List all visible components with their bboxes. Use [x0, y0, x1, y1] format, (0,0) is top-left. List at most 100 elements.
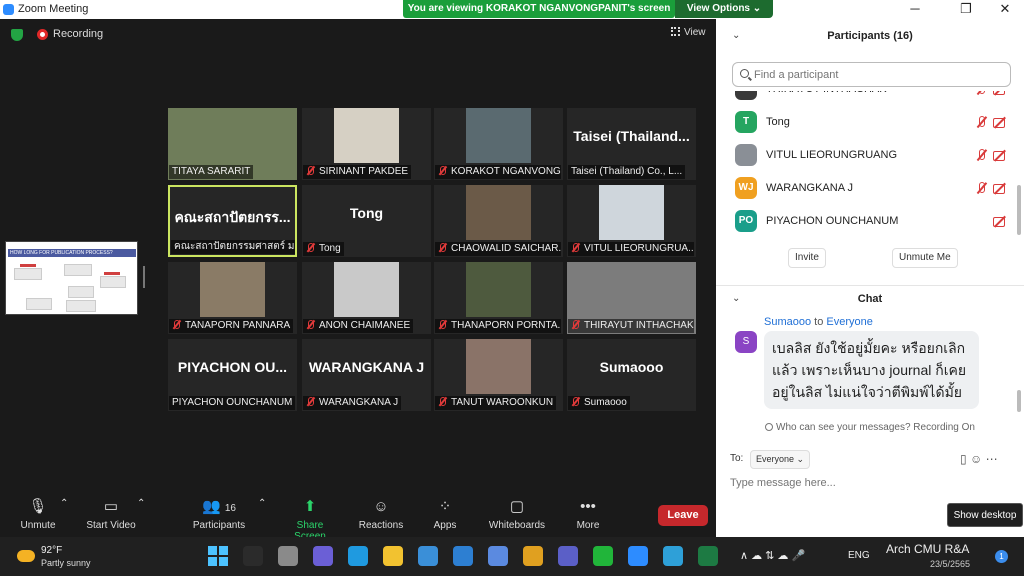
- unmute-button[interactable]: 🎙 Unmute: [18, 498, 58, 531]
- task-view-icon[interactable]: [278, 546, 298, 566]
- more-button[interactable]: ••• More: [572, 498, 604, 531]
- video-tile[interactable]: WARANGKANA J WARANGKANA J: [302, 339, 431, 411]
- search-icon[interactable]: [243, 546, 263, 566]
- participant-display-name: Tong: [349, 205, 384, 221]
- whiteboards-button[interactable]: ▢ Whiteboards: [486, 498, 548, 531]
- video-tile[interactable]: Taisei (Thailand... Taisei (Thailand) Co.…: [567, 108, 696, 180]
- visibility-text: Who can see your messages? Recording On: [776, 422, 975, 433]
- language-indicator[interactable]: ENG: [848, 550, 870, 561]
- browser-icon[interactable]: [663, 546, 683, 566]
- slide-title: HOW LONG FOR PUBLICATION PROCESS?: [8, 249, 136, 257]
- chrome-icon[interactable]: [488, 546, 508, 566]
- message-sender[interactable]: Sumaooo: [764, 316, 811, 328]
- search-icon: [740, 69, 749, 78]
- participant-row[interactable]: PO PIYACHON OUNCHANUM: [716, 205, 1016, 238]
- chat-message[interactable]: เบลลิส ยังใช้อยู่มั้ยคะ หรือยกเลิกแล้ว เ…: [764, 331, 979, 409]
- video-tile[interactable]: PIYACHON OU... PIYACHON OUNCHANUM: [168, 339, 297, 411]
- close-button[interactable]: ✕: [990, 1, 1020, 17]
- whiteboard-icon: ▢: [509, 498, 525, 515]
- participant-avatar: TI: [735, 91, 757, 100]
- shield-icon[interactable]: [11, 29, 23, 41]
- video-tile[interactable]: CHAOWALID SAICHAR...: [434, 185, 563, 257]
- tile-name-label: Tong: [303, 242, 344, 256]
- video-options-caret[interactable]: ⌃: [137, 498, 145, 509]
- notification-badge[interactable]: 1: [995, 550, 1008, 563]
- chat-scrollbar[interactable]: [1017, 390, 1021, 412]
- muted-mic-icon: [306, 243, 315, 252]
- tile-name-label: VITUL LIEORUNGRUA...: [568, 242, 694, 256]
- apps-button[interactable]: ⁘ Apps: [430, 498, 460, 531]
- view-options-button[interactable]: View Options ⌄: [675, 0, 773, 18]
- video-tile[interactable]: TITAYA SARARIT: [168, 108, 297, 180]
- file-explorer-icon[interactable]: [383, 546, 403, 566]
- audio-options-caret[interactable]: ⌃: [60, 498, 68, 509]
- participants-label: Participants: [192, 520, 246, 531]
- minimize-button[interactable]: ─: [900, 1, 930, 16]
- participant-video: [334, 108, 399, 163]
- participants-options-caret[interactable]: ⌃: [258, 498, 266, 509]
- video-off-icon: [993, 116, 1007, 129]
- start-icon[interactable]: [208, 546, 228, 566]
- video-tile[interactable]: SIRINANT PAKDEE: [302, 108, 431, 180]
- system-tray[interactable]: ∧ ☁ ⇅ ☁ 🎤: [740, 549, 805, 562]
- tile-name-label: THANAPORN PORNTA...: [435, 319, 561, 333]
- zoom-icon[interactable]: [628, 546, 648, 566]
- splitter-handle[interactable]: [143, 266, 145, 288]
- video-tile[interactable]: Tong Tong: [302, 185, 431, 257]
- excel-icon[interactable]: [698, 546, 718, 566]
- more-icon[interactable]: ⋯: [986, 452, 998, 466]
- teams-icon[interactable]: [558, 546, 578, 566]
- video-tile[interactable]: THIRAYUT INTHACHAK: [567, 262, 696, 334]
- search-input[interactable]: [754, 66, 1004, 84]
- shared-screen-thumbnail[interactable]: HOW LONG FOR PUBLICATION PROCESS?: [5, 241, 138, 315]
- view-button[interactable]: View: [671, 27, 706, 38]
- date[interactable]: 23/5/2565: [930, 559, 970, 569]
- chat-input[interactable]: [730, 474, 1010, 492]
- muted-mic-icon: [438, 243, 447, 252]
- video-tile[interactable]: Sumaooo Sumaooo: [567, 339, 696, 411]
- participant-row[interactable]: T Tong: [716, 106, 1016, 139]
- video-tile[interactable]: ANON CHAIMANEE: [302, 262, 431, 334]
- start-video-button[interactable]: ▭ Start Video: [84, 498, 138, 531]
- participants-scrollbar[interactable]: [1017, 185, 1021, 235]
- recipient-select[interactable]: Everyone ⌄: [750, 450, 811, 469]
- leave-button[interactable]: Leave: [658, 505, 708, 526]
- video-tile[interactable]: KORAKOT NGANVONG...: [434, 108, 563, 180]
- unmute-me-button[interactable]: Unmute Me: [892, 248, 958, 268]
- store-icon[interactable]: [418, 546, 438, 566]
- participant-search[interactable]: [732, 62, 1011, 87]
- share-screen-button[interactable]: ⬆ Share Screen: [280, 498, 340, 542]
- video-tile[interactable]: TANUT WAROONKUN: [434, 339, 563, 411]
- message-visibility[interactable]: Who can see your messages? Recording On: [716, 422, 1024, 433]
- muted-mic-icon: [975, 91, 989, 96]
- tile-name: TANUT WAROONKUN: [451, 397, 554, 408]
- participant-row[interactable]: VITUL LIEORUNGRUANG: [716, 139, 1016, 172]
- participant-list: TI THIRAYUT INTHACHAK T Tong VITUL LIEORUNGR…: [716, 91, 1016, 246]
- tile-name: ANON CHAIMANEE: [319, 320, 411, 331]
- muted-mic-icon: [571, 397, 580, 406]
- reactions-label: Reactions: [358, 520, 404, 531]
- tile-name-label: KORAKOT NGANVONG...: [435, 165, 561, 179]
- teams-chat-icon[interactable]: [313, 546, 333, 566]
- tile-name-label: PIYACHON OUNCHANUM: [169, 396, 295, 410]
- line-icon[interactable]: [593, 546, 613, 566]
- participant-row[interactable]: WJ WARANGKANA J: [716, 172, 1016, 205]
- muted-mic-icon: [306, 397, 315, 406]
- emoji-icon[interactable]: ☺: [970, 452, 982, 466]
- edge-icon[interactable]: [348, 546, 368, 566]
- mail-icon[interactable]: [453, 546, 473, 566]
- video-tile[interactable]: TANAPORN PANNARA: [168, 262, 297, 334]
- video-tile[interactable]: THANAPORN PORNTA...: [434, 262, 563, 334]
- participants-button[interactable]: 👥 16 Participants: [192, 498, 246, 531]
- reactions-button[interactable]: ☺ Reactions: [358, 498, 404, 531]
- apps-icon: ⁘: [438, 498, 452, 515]
- clock-overlay[interactable]: Arch CMU R&A: [886, 542, 969, 556]
- participant-video: [334, 262, 399, 317]
- invite-button[interactable]: Invite: [788, 248, 826, 268]
- maximize-button[interactable]: ❐: [951, 1, 981, 17]
- participant-row[interactable]: TI THIRAYUT INTHACHAK: [716, 91, 1016, 106]
- video-tile[interactable]: VITUL LIEORUNGRUA...: [567, 185, 696, 257]
- file-icon[interactable]: ▯: [960, 452, 967, 466]
- chrome-icon[interactable]: [523, 546, 543, 566]
- video-tile[interactable]: คณะสถาปัตยกรร... คณะสถาปัตยกรรมศาสตร์ มห.…: [168, 185, 297, 257]
